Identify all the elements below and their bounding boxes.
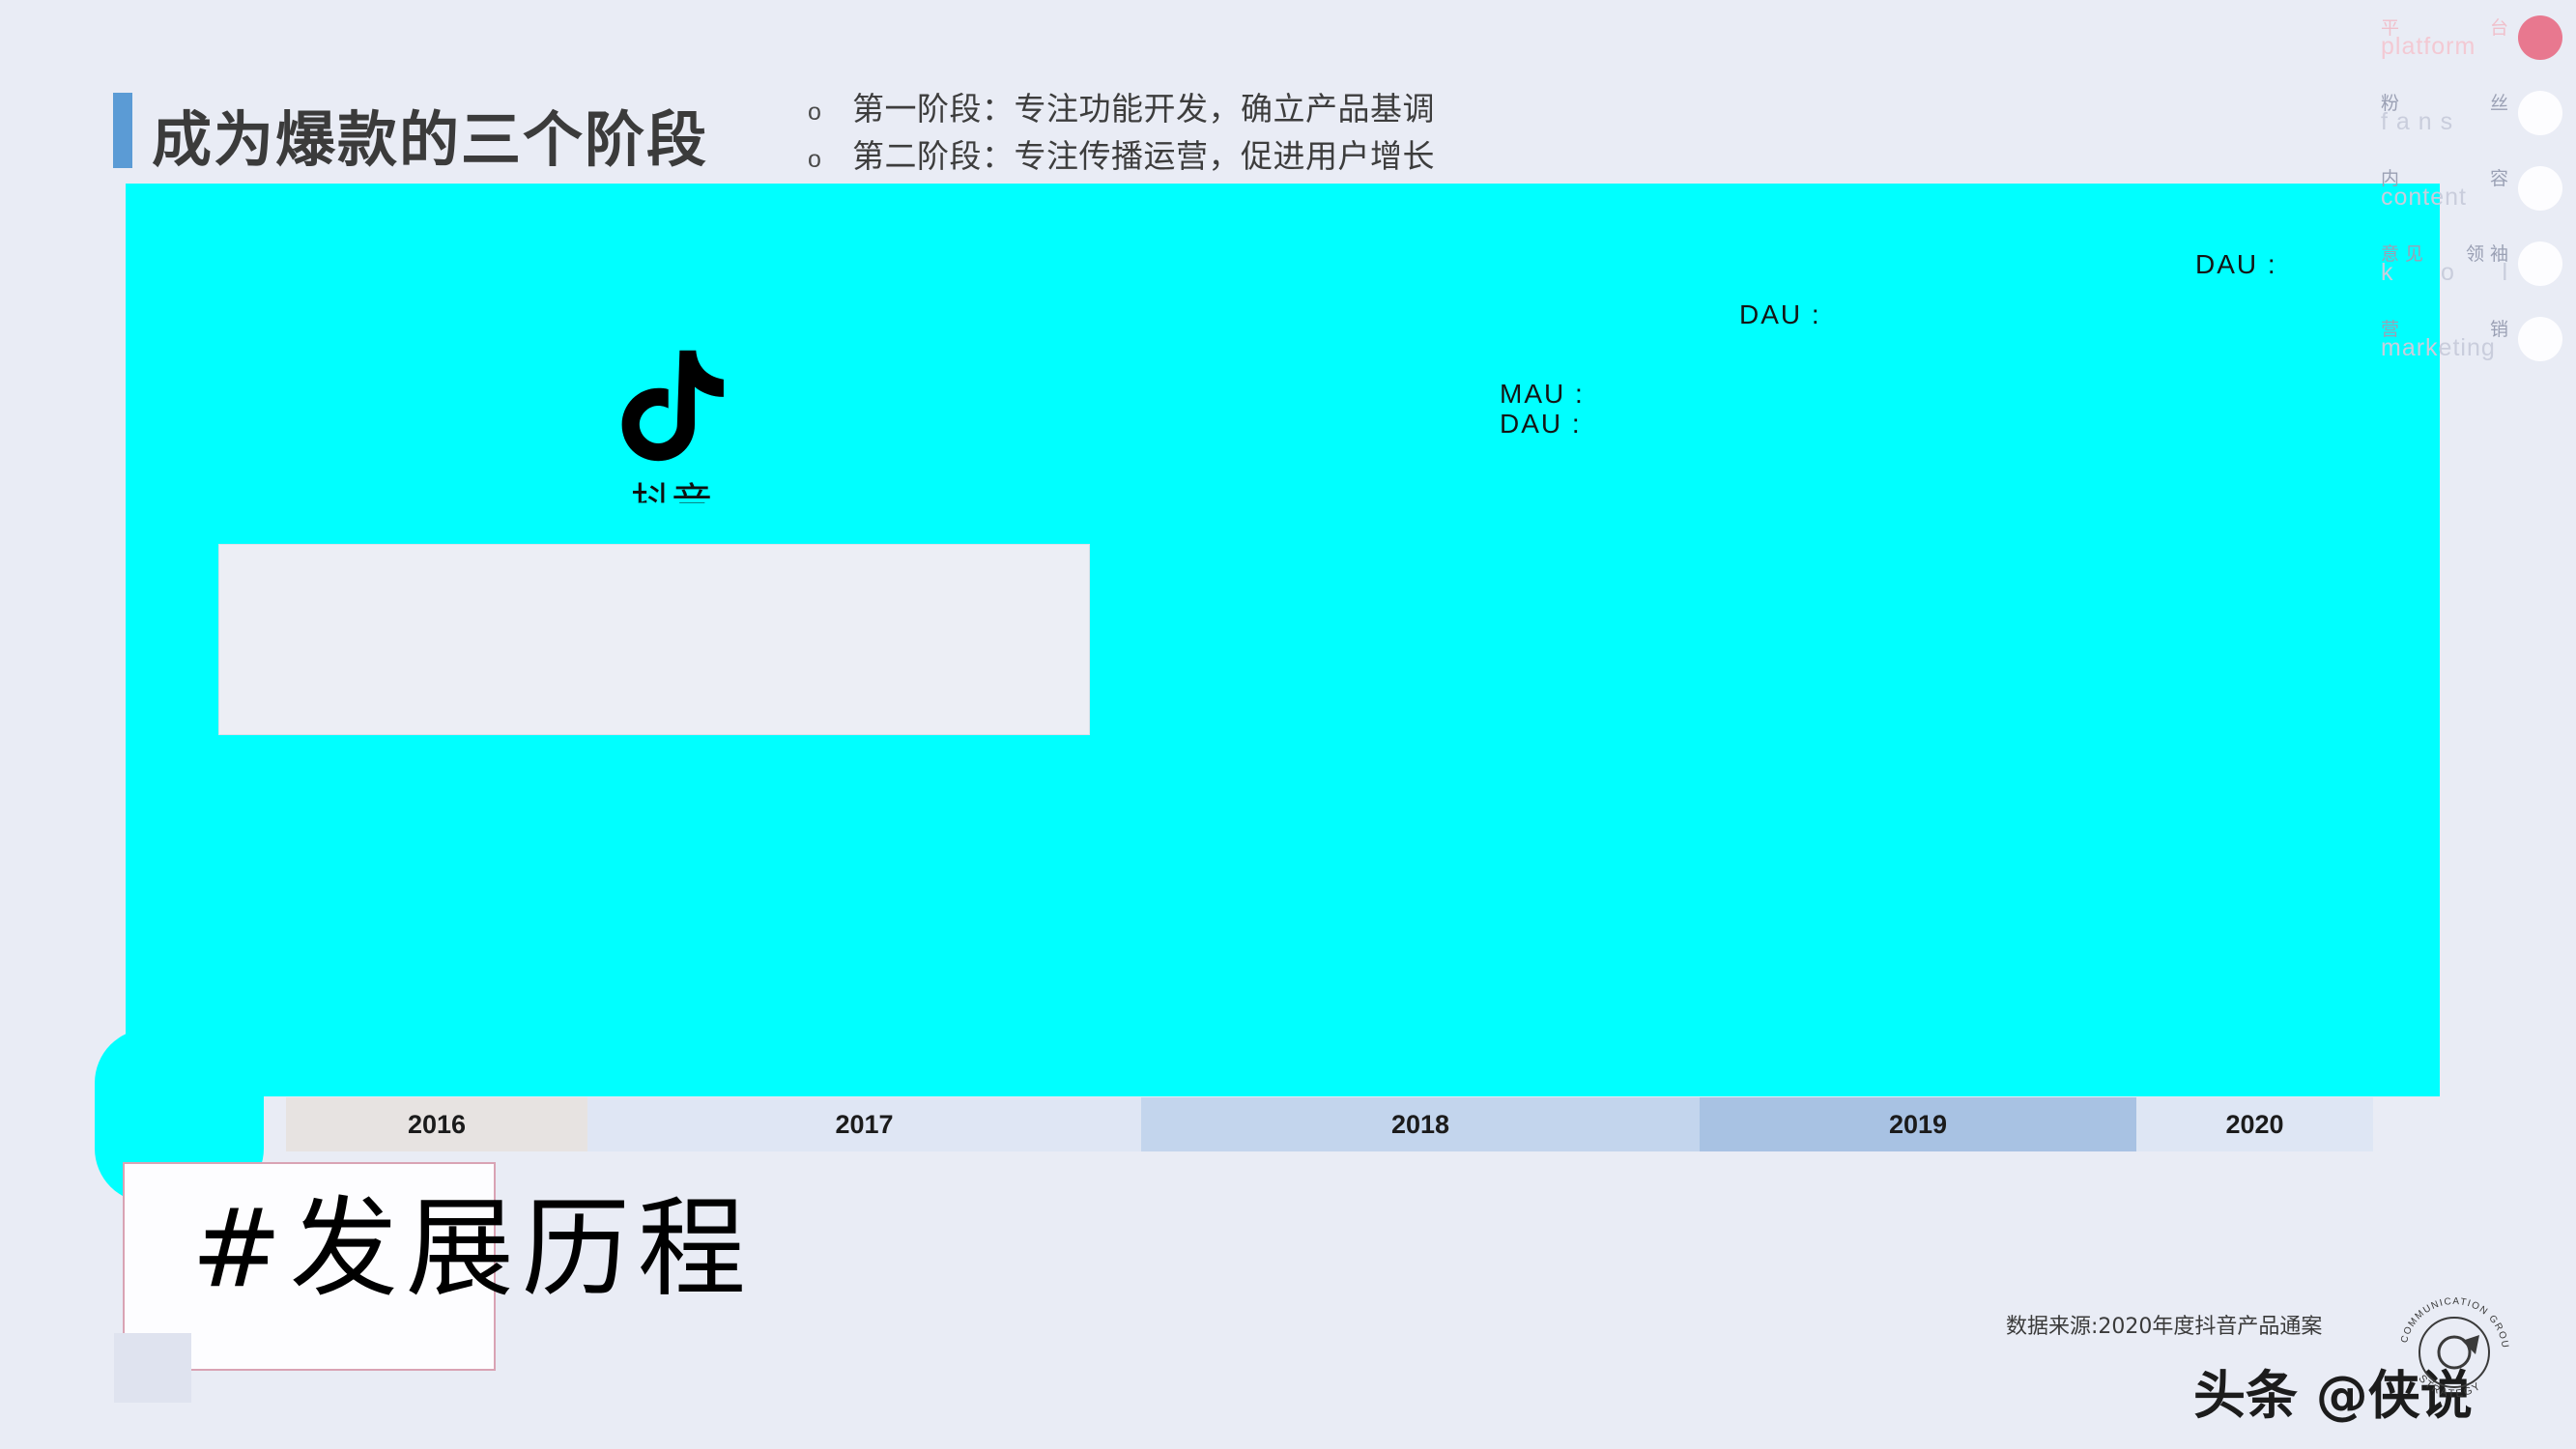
nav-dot-icon[interactable] bbox=[2518, 242, 2562, 286]
metric-dau-2020: DAU : bbox=[2195, 249, 2277, 279]
nav-en-o: o bbox=[2441, 259, 2455, 286]
bullet-circle-icon: o bbox=[808, 146, 821, 173]
timeline-year-label: 2018 bbox=[1390, 1109, 1450, 1139]
nav-en-k: k bbox=[2381, 259, 2394, 286]
nav-en-l: l bbox=[2502, 259, 2508, 286]
nav-dot-icon[interactable] bbox=[2518, 15, 2562, 60]
nav-dot-icon[interactable] bbox=[2518, 91, 2562, 135]
timeline-year-label: 2020 bbox=[2225, 1109, 2284, 1139]
bullet-text: 第二阶段：专注传播运营，促进用户增长 bbox=[852, 137, 1435, 175]
timeline-segment-2018[interactable]: 2018 bbox=[1141, 1097, 1700, 1151]
nav-item-fans[interactable]: 粉 丝 f a n s bbox=[2344, 89, 2576, 164]
communication-group-seal-icon: COMMUNICATION GROUP STRATEGY bbox=[2387, 1285, 2509, 1400]
metric-dau-2019: DAU : bbox=[1739, 299, 1821, 329]
nav-item-en: content bbox=[2381, 184, 2468, 211]
bullet-text: 第一阶段：专注功能开发，确立产品基调 bbox=[852, 90, 1435, 128]
bullet-circle-icon: o bbox=[808, 99, 821, 126]
pale-decor-block bbox=[114, 1333, 191, 1403]
nav-item-labels: 内 容 content bbox=[2381, 164, 2508, 226]
nav-item-en: k o l bbox=[2381, 259, 2508, 287]
douyin-note-icon bbox=[621, 350, 724, 462]
nav-dot-icon[interactable] bbox=[2518, 317, 2562, 361]
nav-item-content[interactable]: 内 容 content bbox=[2344, 164, 2576, 240]
nav-dot-icon[interactable] bbox=[2518, 166, 2562, 211]
timeline-year-label: 2019 bbox=[1888, 1109, 1948, 1139]
metric-mau-2018: MAU : bbox=[1500, 379, 1585, 409]
nav-item-marketing[interactable]: 营 销 marketing bbox=[2344, 315, 2576, 390]
nav-item-labels: 粉 丝 f a n s bbox=[2381, 89, 2508, 151]
page-title: 成为爆款的三个阶段 bbox=[152, 104, 709, 175]
nav-item-labels: 平 台 platform bbox=[2381, 14, 2508, 75]
category-nav: 平 台 platform 粉 丝 f a n s 内 容 content 意 见… bbox=[2344, 0, 2576, 390]
timeline-segment-2019[interactable]: 2019 bbox=[1700, 1097, 2136, 1151]
slide-canvas: 成为爆款的三个阶段 o 第一阶段：专注功能开发，确立产品基调 o 第二阶段：专注… bbox=[0, 0, 2576, 1449]
timeline-axis: 2016 2017 2018 2019 2020 bbox=[286, 1097, 2373, 1151]
timeline-year-label: 2016 bbox=[407, 1109, 467, 1139]
nav-item-platform[interactable]: 平 台 platform bbox=[2344, 14, 2576, 89]
list-item: o 第一阶段：专注功能开发，确立产品基调 bbox=[808, 83, 1871, 130]
timeline-year-label: 2017 bbox=[835, 1109, 894, 1139]
nav-item-labels: 营 销 marketing bbox=[2381, 315, 2508, 377]
info-panel bbox=[218, 544, 1090, 735]
nav-item-en: marketing bbox=[2381, 334, 2496, 361]
title-accent-bar bbox=[113, 93, 132, 168]
nav-item-en: platform bbox=[2381, 33, 2476, 60]
timeline-segment-2016[interactable]: 2016 bbox=[286, 1097, 587, 1151]
timeline-segment-2020[interactable]: 2020 bbox=[2136, 1097, 2373, 1151]
timeline-segment-2017[interactable]: 2017 bbox=[587, 1097, 1141, 1151]
nav-item-en: f a n s bbox=[2381, 108, 2454, 135]
data-source-note: 数据来源:2020年度抖音产品通案 bbox=[2006, 1315, 2323, 1339]
metric-dau-2018: DAU : bbox=[1500, 409, 1582, 439]
list-item: o 第二阶段：专注传播运营，促进用户增长 bbox=[808, 130, 1871, 178]
nav-item-labels: 意 见 领 袖 k o l bbox=[2381, 240, 2508, 301]
section-heading: #发展历程 bbox=[191, 1186, 754, 1312]
nav-item-kol[interactable]: 意 见 领 袖 k o l bbox=[2344, 240, 2576, 315]
